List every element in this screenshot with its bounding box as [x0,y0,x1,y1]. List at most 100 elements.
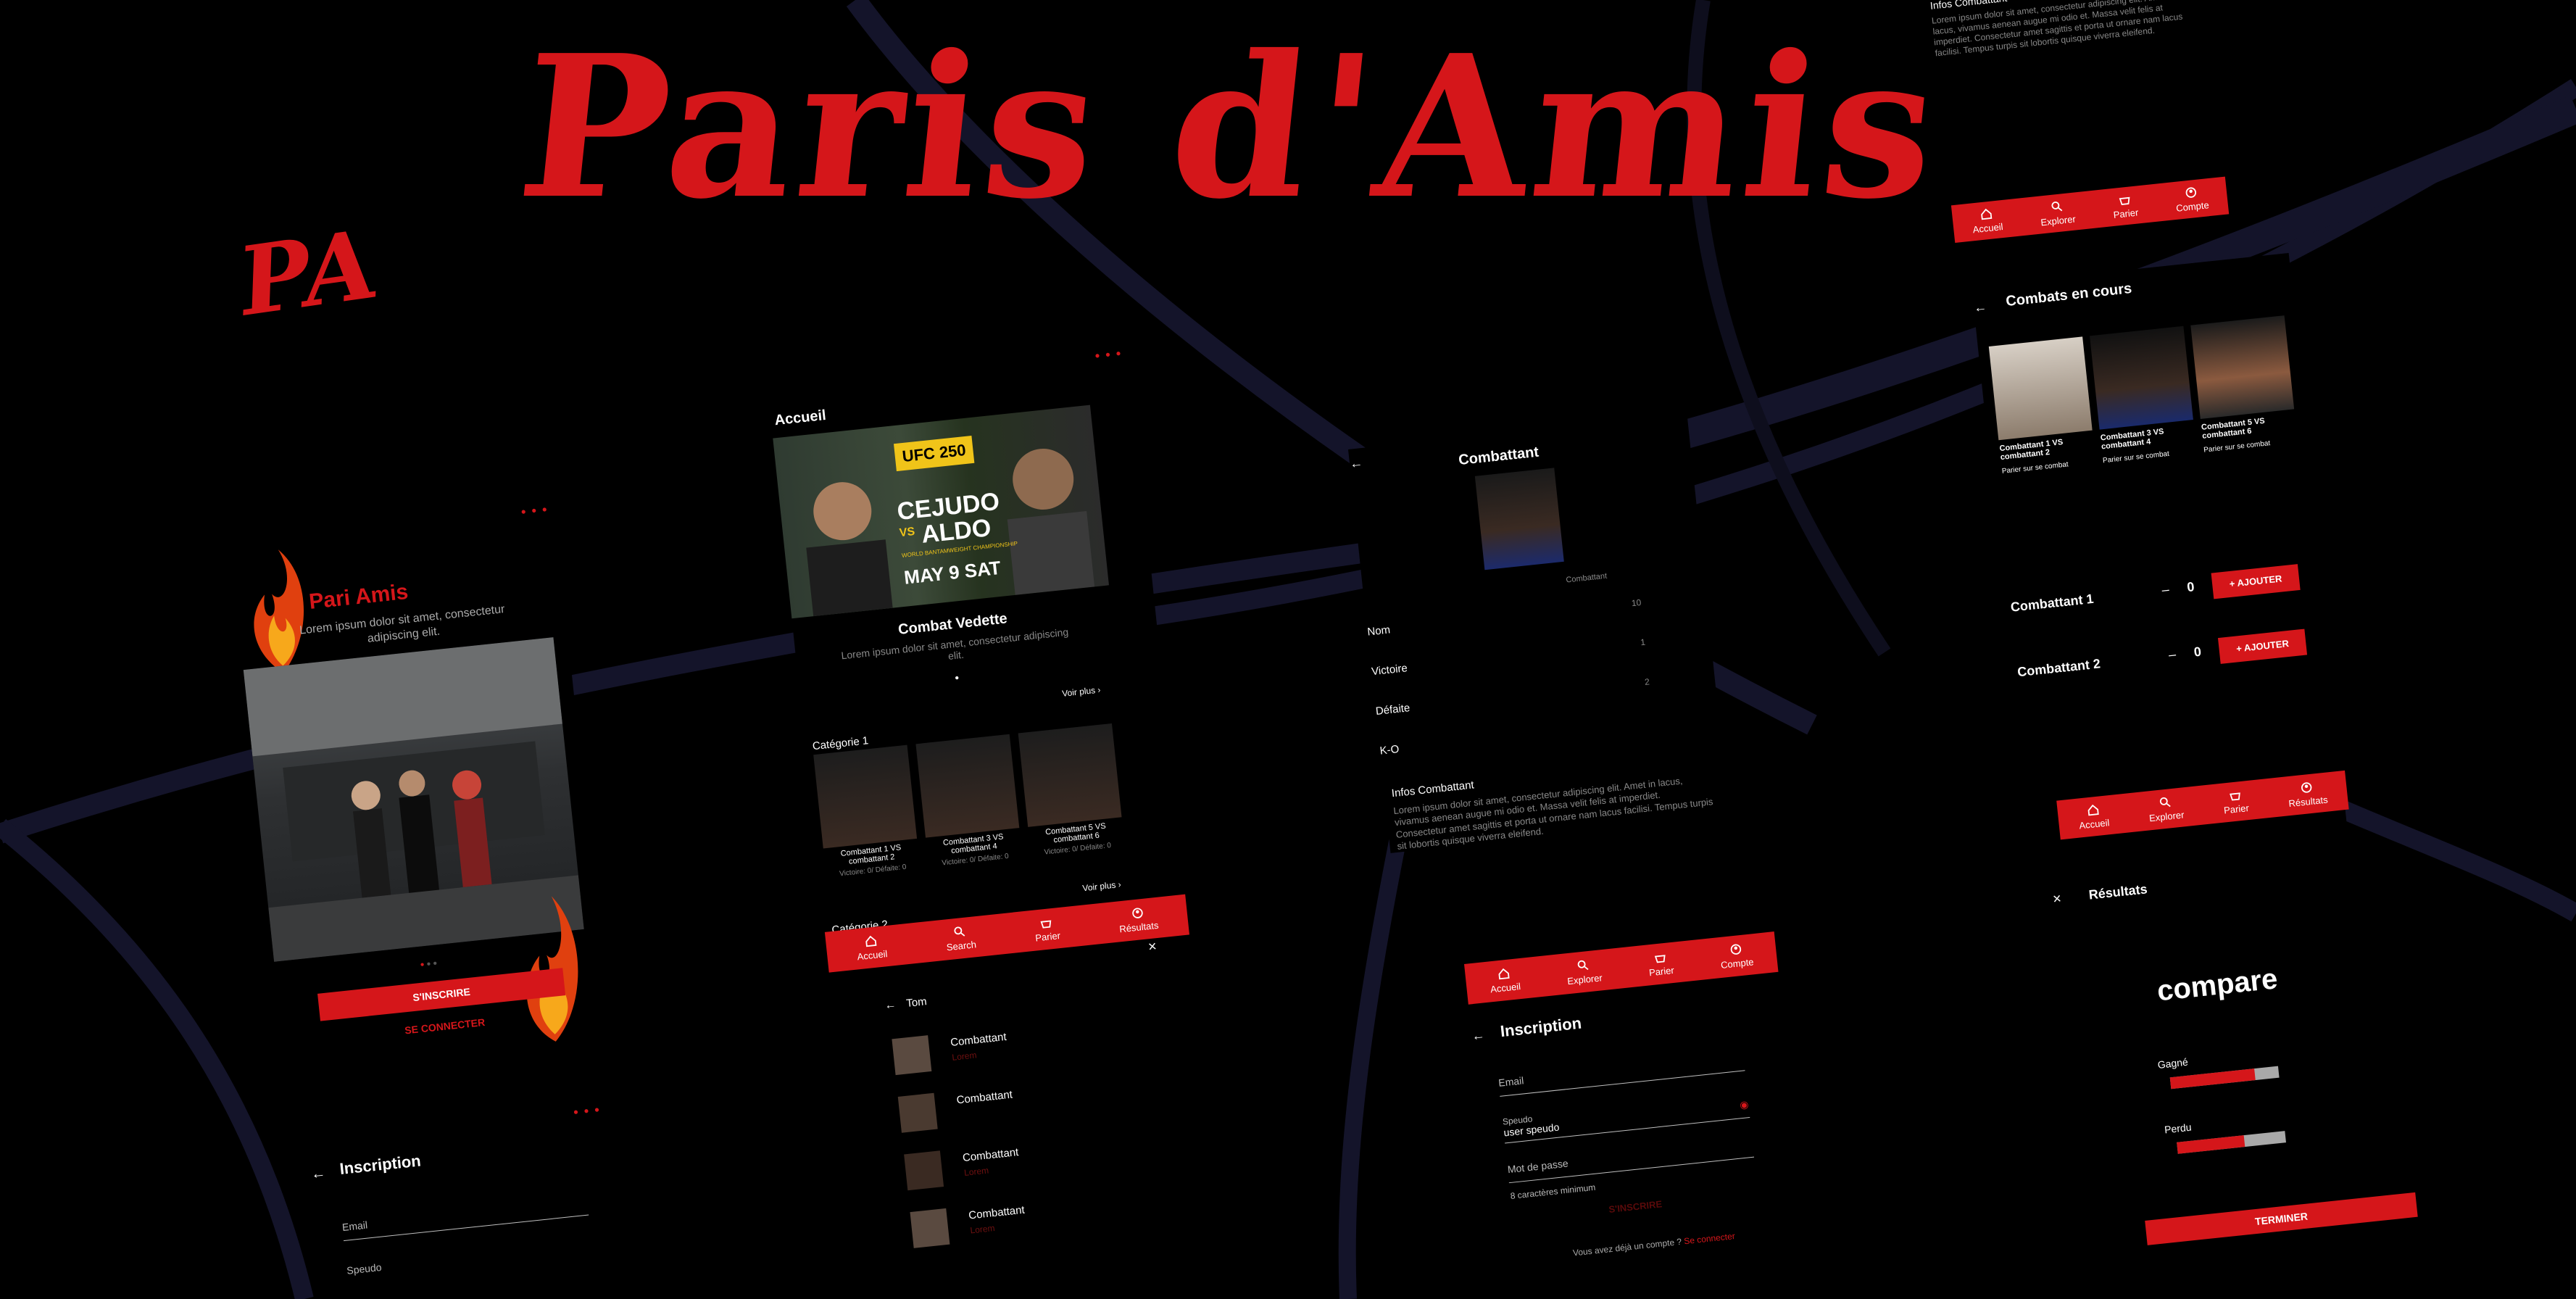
carousel-dot: ● [954,673,960,683]
basket-icon [2119,196,2130,206]
back-arrow-icon[interactable]: ← [1349,455,1363,472]
search-result[interactable]: Combattant [897,1069,1162,1136]
nav-resultats[interactable]: Résultats [1117,905,1159,934]
stat-label: Victoire [1371,662,1408,678]
nav-label: Search [946,939,977,953]
login-link[interactable]: Se connecter [1684,1231,1736,1246]
poster-date: MAY 9 SAT [902,556,1002,589]
stat-label: Nom [1366,623,1391,639]
nav-label: Parier [2223,802,2250,816]
more-dots-icon: ● ● ● [520,503,549,517]
see-more-link-2[interactable]: Voir plus › [1082,879,1122,894]
nav-accueil[interactable]: Accueil [2077,802,2110,831]
nav-compte[interactable]: Compte [2174,184,2209,214]
more-dots-icon: ● ● ● [573,1104,602,1117]
nav-label: Accueil [856,948,889,963]
nav-explorer[interactable]: Explorer [2039,199,2076,228]
brand-logo: PA [238,207,378,339]
email-field[interactable]: Email [341,1195,589,1242]
stat-label: Défaite [1375,702,1411,718]
welcome-screen: ● ● ● Pari Amis Lorem ipsum dolor sit am… [230,504,617,1132]
live-card-cta[interactable]: Parier sur se combat [2203,436,2298,455]
back-arrow-icon[interactable]: ← [310,1165,326,1183]
page-title: Inscription [1499,1013,1583,1041]
see-more-label: Voir plus [1081,879,1117,894]
password-hint: 8 caractères minimum [1510,1182,1596,1202]
stat-value: 1 [1640,636,1646,648]
email-field[interactable]: Email [1497,1051,1745,1097]
basket-icon [1040,920,1052,929]
minus-button[interactable]: – [2168,647,2177,663]
pseudo-field[interactable]: Speudo [346,1239,594,1283]
live-card[interactable]: Combattant 3 VS combattant 4 Parier sur … [2090,325,2197,465]
nav-parier[interactable]: Parier [2111,192,2139,220]
avatar [897,1092,938,1133]
event-poster[interactable]: UFC 250 CEJUDO VS ALDO WORLD BANTAMWEIGH… [773,404,1109,619]
nav-explorer[interactable]: Explorer [2147,794,2185,823]
user-icon [2185,187,2197,198]
see-more-link[interactable]: Voir plus › [1062,684,1102,699]
add-button[interactable]: + AJOUTER [2211,564,2301,599]
add-button[interactable]: + AJOUTER [2217,628,2308,664]
live-card-title: Combattant 5 VS combattant 6 [2201,416,2266,441]
search-icon [2159,797,2171,808]
live-card-cta[interactable]: Parier sur se combat [2001,457,2095,476]
search-result[interactable]: Combattant Lorem [892,1012,1155,1079]
result-sub: Lorem [969,1223,996,1236]
back-arrow-icon[interactable]: ← [884,999,897,1013]
close-icon[interactable]: × [1147,939,1158,956]
home-icon [1498,968,1510,980]
live-fights-screen: ← Combats en cours Combattant 1 VS comba… [1972,253,2314,525]
nav-label: Résultats [2288,794,2329,810]
live-card-cta[interactable]: Parier sur se combat [2103,447,2197,465]
nav-accueil[interactable]: Accueil [1971,206,2003,235]
inscription-screen: Accueil Explorer Parier Compte ← Inscrip… [1464,931,1810,1299]
add-label: AJOUTER [2243,637,2290,654]
search-query[interactable]: Tom [906,995,928,1010]
result-name: Combattant [962,1146,1020,1165]
nav-search[interactable]: Search [944,924,977,953]
nav-label: Explorer [1566,972,1603,987]
finish-button[interactable]: TERMINER [2145,1192,2418,1245]
nav-explorer[interactable]: Explorer [1565,957,1603,987]
fight-card[interactable]: Combattant 3 VS combattant 4 Victoire: 0… [915,734,1022,869]
nav-parier[interactable]: Parier [2222,787,2250,816]
eye-icon[interactable]: ◉ [1739,1098,1749,1111]
bet-screen: Combattant 1 – 0 + AJOUTER Combattant 2 … [2008,547,2349,854]
nav-compte[interactable]: Compte [1719,941,1754,971]
nav-accueil[interactable]: Accueil [1488,966,1521,995]
pseudo-field[interactable]: Speudo user speudo ◉ [1502,1091,1750,1144]
poster-vs: VS [899,525,916,540]
home-icon [2087,804,2099,816]
nav-accueil[interactable]: Accueil [855,933,888,962]
password-field[interactable]: Mot de passe [1507,1137,1755,1184]
live-card-image [1988,336,2093,441]
stat-row: Défaite 2 [1375,676,1650,718]
info-text: Lorem ipsum dolor sit amet, consectetur … [1931,0,2183,59]
nav-label: Compte [2175,199,2210,214]
back-arrow-icon[interactable]: ← [1973,299,1987,316]
live-card[interactable]: Combattant 5 VS combattant 6 Parier sur … [2190,315,2298,455]
nav-parier[interactable]: Parier [1033,915,1061,944]
close-icon[interactable]: × [2052,891,2062,908]
fight-card[interactable]: Combattant 5 VS combattant 6 Victoire: 0… [1018,723,1125,858]
nav-label: Accueil [1972,221,2004,236]
stat-row: Nom 10 [1367,597,1642,639]
search-icon [954,926,965,937]
see-more-label: Voir plus [1061,685,1096,699]
back-arrow-icon[interactable]: ← [1471,1028,1485,1045]
mockup-canvas: Paris d'Amis PA ● ● ● Pari Amis Lorem ip… [0,0,2576,1299]
live-card[interactable]: Combattant 1 VS combattant 2 Parier sur … [1988,336,2096,476]
nav-resultats[interactable]: Résultats [2287,779,2329,810]
fight-card[interactable]: Combattant 1 VS combattant 2 Victoire: 0… [813,744,920,880]
page-title: Combats en cours [2005,280,2133,310]
nav-label: Parier [1034,930,1061,944]
search-result[interactable]: Combattant Lorem [904,1127,1168,1194]
minus-button[interactable]: – [2161,582,2170,598]
stat-label: K-O [1379,742,1400,758]
nav-parier[interactable]: Parier [1647,950,1674,978]
fight-card-image [1018,723,1122,827]
search-result[interactable]: Combattant Lorem [910,1184,1173,1251]
avatar [892,1035,932,1076]
nav-label: Explorer [2148,809,2185,824]
